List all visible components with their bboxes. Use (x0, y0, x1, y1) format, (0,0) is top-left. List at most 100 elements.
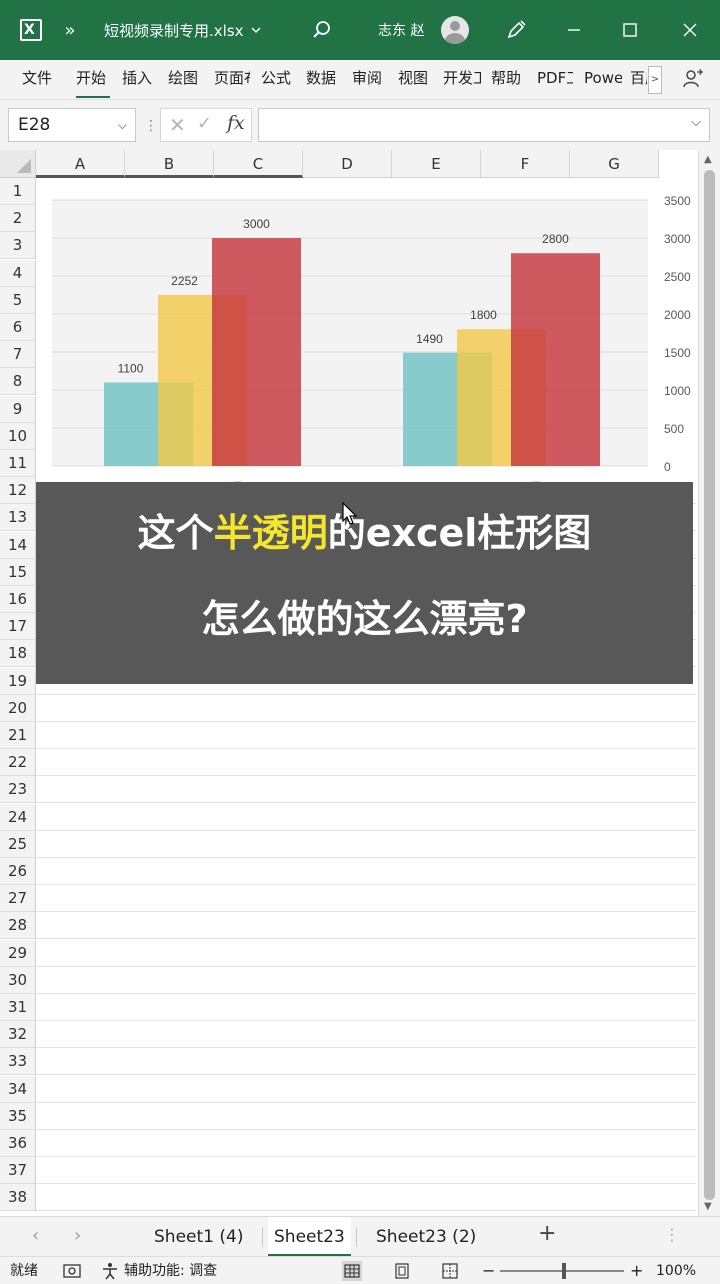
row-header-20[interactable]: 20 (0, 694, 36, 722)
sheet-tab-sheet1-4[interactable]: Sheet1 (4) (154, 1217, 243, 1257)
cancel-icon[interactable]: ✕ (169, 113, 186, 137)
search-button[interactable] (306, 0, 338, 60)
column-header-f[interactable]: F (481, 150, 570, 178)
column-header-g[interactable]: G (570, 150, 659, 178)
row-header-32[interactable]: 32 (0, 1021, 36, 1049)
row-header-37[interactable]: 37 (0, 1157, 36, 1185)
macro-record-icon[interactable] (62, 1261, 82, 1281)
zoom-level[interactable]: 100% (656, 1257, 696, 1284)
sheet-tab-sheet23[interactable]: Sheet23 (268, 1217, 351, 1257)
file-title-button[interactable]: 短视频录制专用.xlsx (104, 0, 262, 60)
accessibility-icon[interactable] (100, 1261, 120, 1281)
row-header-12[interactable]: 12 (0, 477, 36, 505)
scrollbar-thumb[interactable] (704, 170, 715, 1200)
tab-home[interactable]: 开始 (76, 60, 110, 98)
quick-access-more-button[interactable]: » (58, 0, 82, 60)
avatar-button[interactable] (440, 0, 470, 60)
row-header-3[interactable]: 3 (0, 232, 36, 260)
row-header-19[interactable]: 19 (0, 667, 36, 695)
accessibility-status[interactable]: 辅助功能: 调查 (124, 1257, 217, 1284)
page-break-view-icon[interactable] (440, 1261, 460, 1281)
chevron-down-icon[interactable]: ⌵ (118, 109, 127, 141)
row-header-15[interactable]: 15 (0, 558, 36, 586)
row-header-23[interactable]: 23 (0, 776, 36, 804)
insert-function-button[interactable]: fx (227, 112, 245, 134)
tab-view[interactable]: 视图 (398, 60, 432, 98)
name-box[interactable]: E28 ⌵ (8, 108, 136, 142)
sheet-tab-sheet23-2[interactable]: Sheet23 (2) (376, 1217, 476, 1257)
row-header-25[interactable]: 25 (0, 830, 36, 858)
tab-help[interactable]: 帮助 (491, 60, 525, 98)
row-header-34[interactable]: 34 (0, 1075, 36, 1103)
sheet-options-icon[interactable]: ⋮ (664, 1225, 680, 1244)
tab-formulas[interactable]: 公式 (261, 60, 295, 98)
row-header-7[interactable]: 7 (0, 341, 36, 369)
row-header-24[interactable]: 24 (0, 803, 36, 831)
row-header-35[interactable]: 35 (0, 1102, 36, 1130)
add-sheet-button[interactable]: + (538, 1221, 556, 1246)
row-header-27[interactable]: 27 (0, 885, 36, 913)
tab-baidu-netdisk[interactable]: 百度网盘 (630, 60, 647, 98)
row-header-22[interactable]: 22 (0, 749, 36, 777)
row-header-17[interactable]: 17 (0, 613, 36, 641)
select-all-button[interactable] (0, 150, 36, 178)
row-header-26[interactable]: 26 (0, 858, 36, 885)
row-header-31[interactable]: 31 (0, 994, 36, 1021)
row-header-28[interactable]: 28 (0, 912, 36, 940)
row-header-13[interactable]: 13 (0, 504, 36, 532)
tab-file[interactable]: 文件 (22, 60, 56, 98)
formula-input[interactable]: ⌵ (258, 108, 710, 142)
tab-review[interactable]: 审阅 (352, 60, 386, 98)
tab-developer[interactable]: 开发工具 (443, 60, 481, 98)
row-header-6[interactable]: 6 (0, 314, 36, 341)
zoom-in-button[interactable]: + (630, 1257, 643, 1284)
tab-data[interactable]: 数据 (306, 60, 340, 98)
expand-formula-bar-icon[interactable]: ⌵ (691, 115, 701, 130)
normal-view-icon[interactable] (342, 1261, 362, 1281)
row-header-8[interactable]: 8 (0, 368, 36, 396)
share-button[interactable] (678, 60, 708, 98)
tab-power-pivot[interactable]: Power Pivot (584, 60, 622, 98)
column-header-e[interactable]: E (392, 150, 481, 178)
zoom-out-button[interactable]: − (482, 1257, 495, 1284)
pen-button[interactable] (500, 0, 532, 60)
prev-sheet-icon[interactable]: ‹ (32, 1225, 39, 1246)
row-header-38[interactable]: 38 (0, 1184, 36, 1212)
tab-page-layout[interactable]: 页面布局 (214, 60, 250, 98)
row-header-36[interactable]: 36 (0, 1130, 36, 1157)
column-header-c[interactable]: C (214, 150, 303, 178)
tab-pdf-tools[interactable]: PDF工具集 (537, 60, 573, 98)
zoom-slider-thumb[interactable] (562, 1263, 566, 1279)
row-header-10[interactable]: 10 (0, 422, 36, 450)
row-header-29[interactable]: 29 (0, 939, 36, 967)
check-icon[interactable]: ✓ (197, 113, 212, 134)
row-header-33[interactable]: 33 (0, 1048, 36, 1076)
row-header-16[interactable]: 16 (0, 586, 36, 613)
maximize-button[interactable] (614, 0, 646, 60)
page-layout-view-icon[interactable] (392, 1261, 412, 1281)
ribbon-scroll-right-button[interactable]: > (648, 66, 662, 94)
scroll-down-icon[interactable]: ▼ (704, 1201, 712, 1212)
chart[interactable]: 0 500 1000 1500 2000 2500 3000 3500 1100 2252 3000… (36, 182, 696, 488)
row-header-11[interactable]: 11 (0, 450, 36, 477)
column-header-b[interactable]: B (125, 150, 214, 178)
column-header-a[interactable]: A (36, 150, 125, 178)
row-header-9[interactable]: 9 (0, 395, 36, 423)
row-header-2[interactable]: 2 (0, 205, 36, 233)
next-sheet-icon[interactable]: › (74, 1225, 81, 1246)
vertical-scrollbar[interactable]: ▲ ▼ (698, 150, 720, 1216)
row-header-18[interactable]: 18 (0, 640, 36, 668)
tab-draw[interactable]: 绘图 (168, 60, 202, 98)
tab-insert[interactable]: 插入 (122, 60, 156, 98)
row-header-14[interactable]: 14 (0, 531, 36, 559)
formula-bar-grip-icon[interactable]: ⋮ (144, 116, 158, 136)
close-button[interactable] (672, 0, 708, 60)
row-header-1[interactable]: 1 (0, 178, 36, 205)
user-name[interactable]: 志东 赵 (378, 0, 424, 60)
row-header-30[interactable]: 30 (0, 966, 36, 994)
minimize-button[interactable] (558, 0, 590, 60)
row-header-21[interactable]: 21 (0, 722, 36, 749)
row-header-5[interactable]: 5 (0, 286, 36, 314)
row-header-4[interactable]: 4 (0, 259, 36, 287)
column-header-d[interactable]: D (303, 150, 392, 178)
